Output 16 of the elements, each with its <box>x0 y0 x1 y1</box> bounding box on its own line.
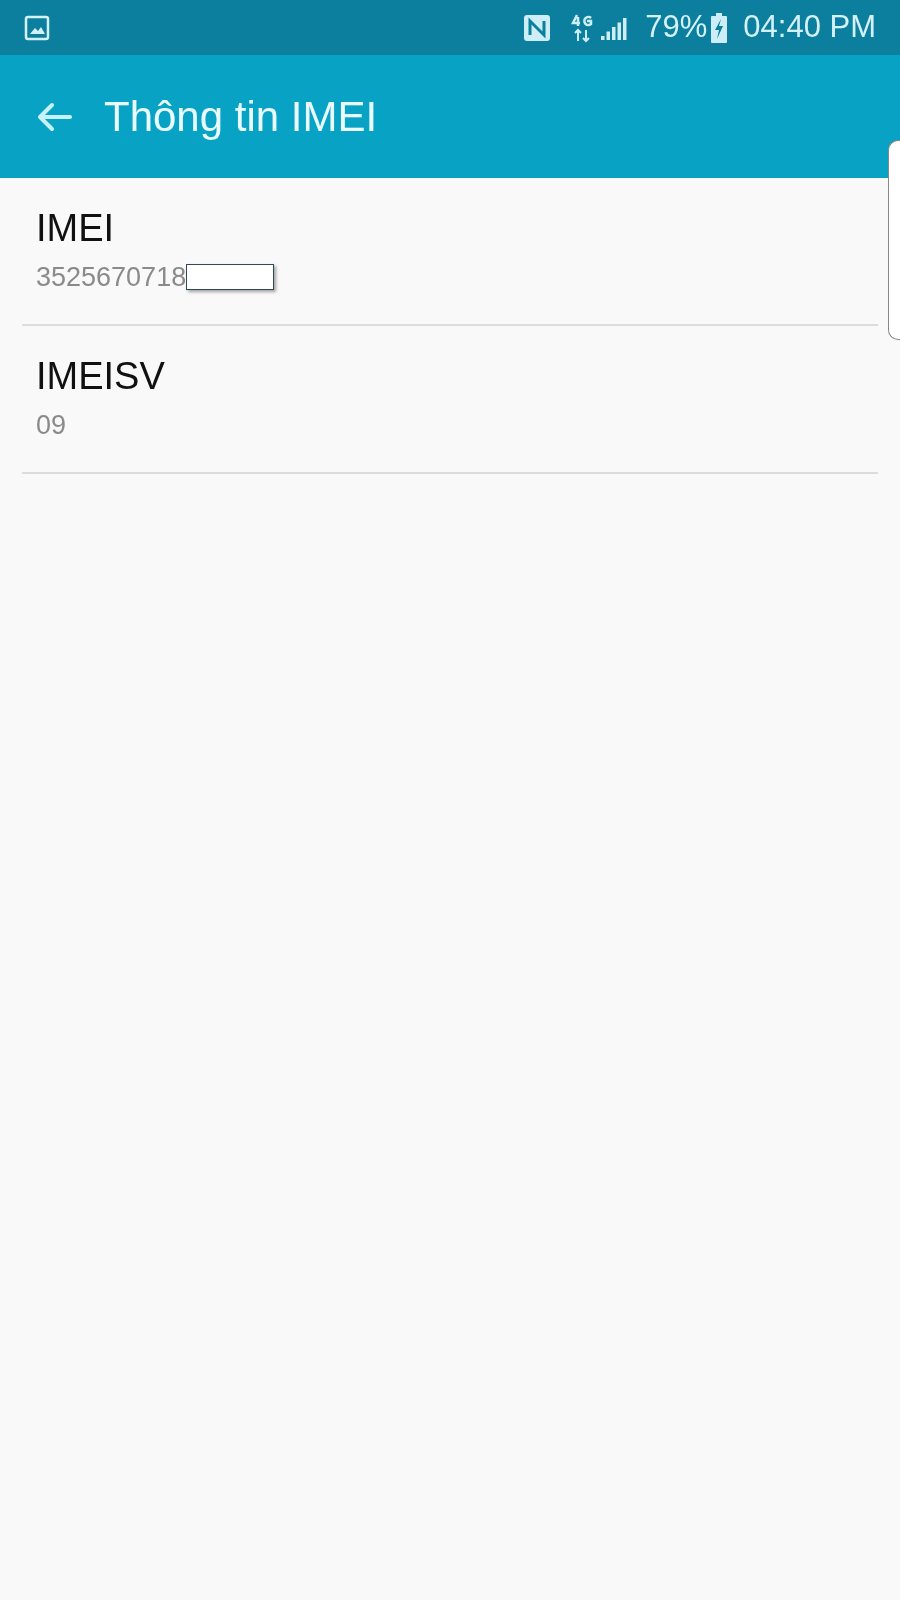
image-icon <box>24 14 50 41</box>
item-value: 09 <box>36 408 67 442</box>
item-value: 3525670718 <box>36 260 187 294</box>
battery-charging-icon <box>711 12 728 43</box>
clock-time: 04:40 PM <box>743 8 876 47</box>
item-title: IMEI <box>36 206 116 251</box>
item-title: IMEISV <box>36 354 166 399</box>
battery-percent: 79% <box>645 8 708 47</box>
info-item[interactable]: IMEI 3525670718 <box>22 178 878 326</box>
screen-title: Thông tin IMEI <box>104 92 378 142</box>
edge-panel-handle[interactable] <box>888 140 900 340</box>
info-item[interactable]: IMEISV 09 <box>22 326 878 474</box>
nfc-icon <box>523 13 552 42</box>
network-4g-icon <box>571 12 594 43</box>
signal-icon <box>601 15 630 40</box>
back-arrow-icon <box>36 101 72 132</box>
